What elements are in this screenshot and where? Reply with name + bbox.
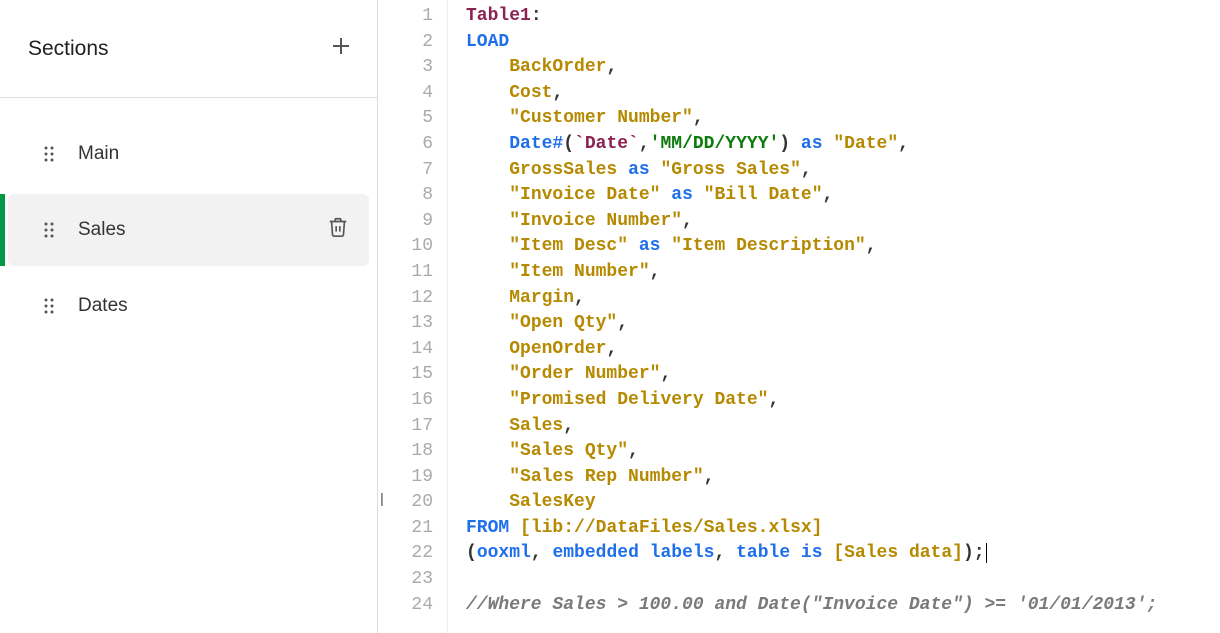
drag-handle-icon[interactable] xyxy=(40,221,58,239)
code-line[interactable]: (ooxml, embedded labels, table is [Sales… xyxy=(466,541,1220,567)
line-number: 7 xyxy=(378,158,433,184)
code-line[interactable]: OpenOrder, xyxy=(466,337,1220,363)
code-line[interactable]: Margin, xyxy=(466,286,1220,312)
sections-sidebar: Sections Main Sales Dates || xyxy=(0,0,378,633)
code-line[interactable]: "Open Qty", xyxy=(466,311,1220,337)
text-cursor xyxy=(986,543,987,563)
code-editor[interactable]: 123456789101112131415161718192021222324 … xyxy=(378,0,1220,633)
line-number: 9 xyxy=(378,209,433,235)
line-number: 11 xyxy=(378,260,433,286)
line-number: 10 xyxy=(378,234,433,260)
code-line[interactable]: LOAD xyxy=(466,30,1220,56)
code-line[interactable]: "Item Number", xyxy=(466,260,1220,286)
section-label: Sales xyxy=(78,219,327,241)
line-number: 3 xyxy=(378,55,433,81)
line-number: 14 xyxy=(378,337,433,363)
code-line[interactable]: Sales, xyxy=(466,414,1220,440)
line-number: 8 xyxy=(378,183,433,209)
sidebar-title: Sections xyxy=(28,37,109,61)
code-line[interactable]: "Invoice Number", xyxy=(466,209,1220,235)
section-label: Dates xyxy=(78,295,349,317)
section-list: Main Sales Dates xyxy=(0,98,377,346)
code-line[interactable]: "Order Number", xyxy=(466,362,1220,388)
line-number: 16 xyxy=(378,388,433,414)
resize-handle[interactable]: || xyxy=(380,490,381,506)
line-number: 17 xyxy=(378,414,433,440)
line-number: 2 xyxy=(378,30,433,56)
code-line[interactable]: Table1: xyxy=(466,4,1220,30)
code-line[interactable]: "Sales Qty", xyxy=(466,439,1220,465)
line-number: 6 xyxy=(378,132,433,158)
line-number: 15 xyxy=(378,362,433,388)
code-line[interactable]: Date#(`Date`,'MM/DD/YYYY') as "Date", xyxy=(466,132,1220,158)
line-number: 23 xyxy=(378,567,433,593)
code-line[interactable]: "Customer Number", xyxy=(466,106,1220,132)
code-line[interactable]: BackOrder, xyxy=(466,55,1220,81)
section-item-sales[interactable]: Sales xyxy=(8,194,369,266)
line-number: 20 xyxy=(378,490,433,516)
sidebar-header: Sections xyxy=(0,0,377,98)
code-line[interactable]: //Where Sales > 100.00 and Date("Invoice… xyxy=(466,593,1220,619)
add-section-button[interactable] xyxy=(329,34,353,63)
code-line[interactable]: Cost, xyxy=(466,81,1220,107)
delete-section-button[interactable] xyxy=(327,216,349,244)
code-line[interactable]: "Promised Delivery Date", xyxy=(466,388,1220,414)
section-label: Main xyxy=(78,143,349,165)
code-line[interactable]: "Sales Rep Number", xyxy=(466,465,1220,491)
drag-handle-icon[interactable] xyxy=(40,145,58,163)
code-line[interactable]: "Item Desc" as "Item Description", xyxy=(466,234,1220,260)
line-number: 1 xyxy=(378,4,433,30)
line-number: 18 xyxy=(378,439,433,465)
line-number: 12 xyxy=(378,286,433,312)
code-line[interactable]: GrossSales as "Gross Sales", xyxy=(466,158,1220,184)
code-line[interactable]: "Invoice Date" as "Bill Date", xyxy=(466,183,1220,209)
code-area[interactable]: Table1:LOAD BackOrder, Cost, "Customer N… xyxy=(448,0,1220,633)
line-number: 13 xyxy=(378,311,433,337)
section-item-main[interactable]: Main xyxy=(8,118,369,190)
line-number: 24 xyxy=(378,593,433,619)
code-line[interactable]: FROM [lib://DataFiles/Sales.xlsx] xyxy=(466,516,1220,542)
line-number: 21 xyxy=(378,516,433,542)
code-line[interactable]: SalesKey xyxy=(466,490,1220,516)
line-number: 22 xyxy=(378,541,433,567)
drag-handle-icon[interactable] xyxy=(40,297,58,315)
code-line[interactable] xyxy=(466,567,1220,593)
section-item-dates[interactable]: Dates xyxy=(8,270,369,342)
line-number: 4 xyxy=(378,81,433,107)
line-number: 5 xyxy=(378,106,433,132)
line-gutter: 123456789101112131415161718192021222324 xyxy=(378,0,448,633)
line-number: 19 xyxy=(378,465,433,491)
